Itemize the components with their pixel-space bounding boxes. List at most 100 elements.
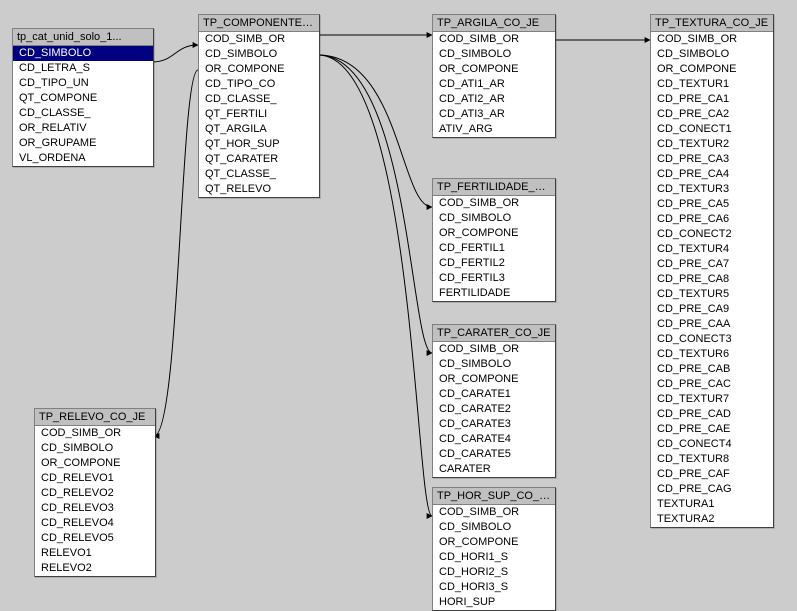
field-item[interactable]: CD_FERTIL1: [433, 241, 555, 256]
field-item[interactable]: CD_HORI2_S: [433, 565, 555, 580]
table-title[interactable]: TP_COMPONENTE_JE: [199, 15, 319, 32]
field-item[interactable]: CD_PRE_CAE: [651, 422, 773, 437]
field-item[interactable]: CD_CARATE3: [433, 417, 555, 432]
field-item[interactable]: QT_RELEVO: [199, 182, 319, 197]
field-item[interactable]: CD_CLASSE_: [199, 92, 319, 107]
field-item[interactable]: CD_RELEVO4: [35, 516, 155, 531]
field-item[interactable]: CD_TEXTUR1: [651, 77, 773, 92]
field-item[interactable]: CD_PRE_CA1: [651, 92, 773, 107]
field-item[interactable]: OR_COMPONE: [433, 372, 555, 387]
table-title[interactable]: TP_HOR_SUP_CO_JE: [433, 488, 555, 505]
field-item[interactable]: CD_ATI3_AR: [433, 107, 555, 122]
table-title[interactable]: TP_TEXTURA_CO_JE: [651, 15, 773, 32]
field-item[interactable]: COD_SIMB_OR: [433, 505, 555, 520]
field-item[interactable]: CD_RELEVO1: [35, 471, 155, 486]
field-item[interactable]: CD_SIMBOLO: [433, 357, 555, 372]
table-title[interactable]: tp_cat_unid_solo_1...: [13, 29, 153, 46]
er-diagram-canvas[interactable]: tp_cat_unid_solo_1... CD_SIMBOLOCD_LETRA…: [0, 0, 797, 610]
field-item[interactable]: CD_CLASSE_: [13, 106, 153, 121]
field-item[interactable]: CD_PRE_CAF: [651, 467, 773, 482]
field-item[interactable]: OR_COMPONE: [433, 62, 555, 77]
field-item[interactable]: CD_LETRA_S: [13, 61, 153, 76]
field-item[interactable]: CD_SIMBOLO: [35, 441, 155, 456]
field-item[interactable]: QT_CARATER: [199, 152, 319, 167]
field-item[interactable]: CD_CARATE5: [433, 447, 555, 462]
field-item[interactable]: OR_GRUPAME: [13, 136, 153, 151]
field-item[interactable]: CD_ATI2_AR: [433, 92, 555, 107]
table-tp_carater_co_je[interactable]: TP_CARATER_CO_JE COD_SIMB_ORCD_SIMBOLOOR…: [432, 324, 556, 478]
field-item[interactable]: CD_TIPO_CO: [199, 77, 319, 92]
field-item[interactable]: CD_CARATE2: [433, 402, 555, 417]
field-item[interactable]: CD_PRE_CA6: [651, 212, 773, 227]
field-item[interactable]: CD_RELEVO2: [35, 486, 155, 501]
field-item[interactable]: CD_PRE_CA2: [651, 107, 773, 122]
table-tp_componente_je[interactable]: TP_COMPONENTE_JE COD_SIMB_ORCD_SIMBOLOOR…: [198, 14, 320, 198]
field-item[interactable]: CD_CARATE4: [433, 432, 555, 447]
field-item[interactable]: RELEVO2: [35, 561, 155, 576]
field-item[interactable]: CD_SIMBOLO: [433, 520, 555, 535]
table-title[interactable]: TP_CARATER_CO_JE: [433, 325, 555, 342]
table-tp_hor_sup_co_je[interactable]: TP_HOR_SUP_CO_JE COD_SIMB_ORCD_SIMBOLOOR…: [432, 487, 556, 611]
field-item[interactable]: OR_RELATIV: [13, 121, 153, 136]
field-item[interactable]: TEXTURA2: [651, 512, 773, 527]
field-item[interactable]: CD_TEXTUR3: [651, 182, 773, 197]
table-tp_textura_co_je[interactable]: TP_TEXTURA_CO_JE COD_SIMB_ORCD_SIMBOLOOR…: [650, 14, 774, 528]
table-tp_fertilidade_co[interactable]: TP_FERTILIDADE_CO... COD_SIMB_ORCD_SIMBO…: [432, 178, 556, 302]
field-item[interactable]: CD_PRE_CAB: [651, 362, 773, 377]
field-item[interactable]: CD_CONECT3: [651, 332, 773, 347]
field-item[interactable]: HORI_SUP: [433, 595, 555, 610]
field-item[interactable]: CD_PRE_CA5: [651, 197, 773, 212]
field-item[interactable]: CD_HORI1_S: [433, 550, 555, 565]
field-item[interactable]: CD_TEXTUR4: [651, 242, 773, 257]
field-item[interactable]: OR_COMPONE: [433, 226, 555, 241]
field-item[interactable]: QT_COMPONE: [13, 91, 153, 106]
field-item[interactable]: CD_CARATE1: [433, 387, 555, 402]
field-item[interactable]: CD_PRE_CAD: [651, 407, 773, 422]
field-item[interactable]: CD_SIMBOLO: [433, 211, 555, 226]
field-item[interactable]: CD_SIMBOLO: [13, 46, 153, 61]
field-item[interactable]: OR_COMPONE: [199, 62, 319, 77]
field-item[interactable]: CD_FERTIL3: [433, 271, 555, 286]
field-item[interactable]: CD_HORI3_S: [433, 580, 555, 595]
field-item[interactable]: CARATER: [433, 462, 555, 477]
field-item[interactable]: CD_PRE_CA7: [651, 257, 773, 272]
field-item[interactable]: CD_TEXTUR2: [651, 137, 773, 152]
field-item[interactable]: VL_ORDENA: [13, 151, 153, 166]
field-item[interactable]: COD_SIMB_OR: [433, 196, 555, 211]
field-item[interactable]: CD_TIPO_UN: [13, 76, 153, 91]
field-item[interactable]: CD_SIMBOLO: [199, 47, 319, 62]
field-item[interactable]: CD_PRE_CA4: [651, 167, 773, 182]
table-title[interactable]: TP_FERTILIDADE_CO...: [433, 179, 555, 196]
field-item[interactable]: COD_SIMB_OR: [35, 426, 155, 441]
field-item[interactable]: COD_SIMB_OR: [651, 32, 773, 47]
field-item[interactable]: CD_PRE_CA3: [651, 152, 773, 167]
field-item[interactable]: CD_SIMBOLO: [433, 47, 555, 62]
field-item[interactable]: OR_COMPONE: [651, 62, 773, 77]
field-item[interactable]: QT_CLASSE_: [199, 167, 319, 182]
field-item[interactable]: CD_RELEVO3: [35, 501, 155, 516]
field-item[interactable]: CD_RELEVO5: [35, 531, 155, 546]
field-item[interactable]: QT_FERTILI: [199, 107, 319, 122]
field-item[interactable]: CD_CONECT1: [651, 122, 773, 137]
field-item[interactable]: COD_SIMB_OR: [199, 32, 319, 47]
field-item[interactable]: ATIV_ARG: [433, 122, 555, 137]
table-title[interactable]: TP_ARGILA_CO_JE: [433, 15, 555, 32]
field-item[interactable]: CD_SIMBOLO: [651, 47, 773, 62]
field-item[interactable]: CD_TEXTUR7: [651, 392, 773, 407]
field-item[interactable]: QT_ARGILA: [199, 122, 319, 137]
table-tp_cat_unid_solo[interactable]: tp_cat_unid_solo_1... CD_SIMBOLOCD_LETRA…: [12, 28, 154, 167]
field-item[interactable]: OR_COMPONE: [35, 456, 155, 471]
field-item[interactable]: CD_PRE_CAA: [651, 317, 773, 332]
field-item[interactable]: TEXTURA1: [651, 497, 773, 512]
table-title[interactable]: TP_RELEVO_CO_JE: [35, 409, 155, 426]
table-tp_argila_co_je[interactable]: TP_ARGILA_CO_JE COD_SIMB_ORCD_SIMBOLOOR_…: [432, 14, 556, 138]
field-item[interactable]: CD_PRE_CAG: [651, 482, 773, 497]
field-item[interactable]: CD_CONECT2: [651, 227, 773, 242]
field-item[interactable]: QT_HOR_SUP: [199, 137, 319, 152]
field-item[interactable]: OR_COMPONE: [433, 535, 555, 550]
field-item[interactable]: CD_FERTIL2: [433, 256, 555, 271]
field-item[interactable]: COD_SIMB_OR: [433, 32, 555, 47]
field-item[interactable]: CD_TEXTUR8: [651, 452, 773, 467]
field-item[interactable]: RELEVO1: [35, 546, 155, 561]
field-item[interactable]: CD_PRE_CA8: [651, 272, 773, 287]
